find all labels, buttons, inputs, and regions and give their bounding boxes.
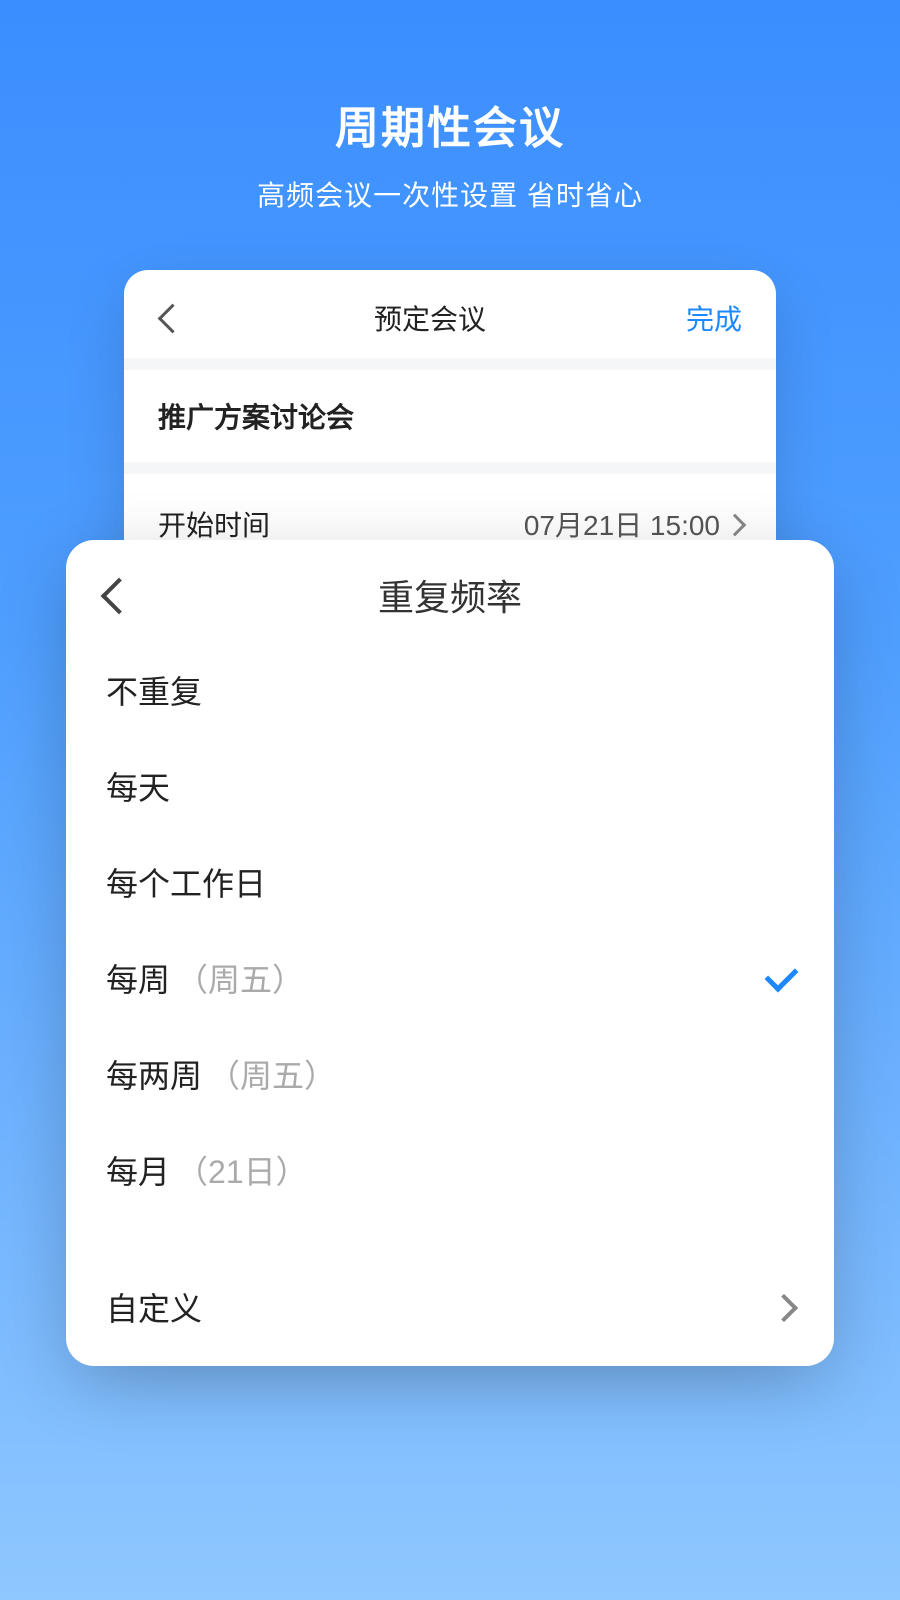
chevron-right-icon — [778, 1294, 794, 1320]
option-label: 每个工作日 — [106, 859, 266, 905]
repeat-option-daily[interactable]: 每天 — [66, 738, 834, 834]
custom-label: 自定义 — [106, 1284, 202, 1330]
back-icon[interactable] — [158, 304, 174, 332]
repeat-option-weekday[interactable]: 每个工作日 — [66, 834, 834, 930]
schedule-title: 预定会议 — [374, 298, 486, 338]
check-icon — [764, 967, 794, 989]
repeat-option-biweekly[interactable]: 每两周 （周五） — [66, 1026, 834, 1122]
schedule-header: 预定会议 完成 — [124, 270, 776, 358]
meeting-name-row[interactable]: 推广方案讨论会 — [124, 358, 776, 462]
start-time-value: 07月21日 15:00 — [524, 504, 720, 544]
chevron-right-icon — [730, 514, 742, 534]
repeat-option-monthly[interactable]: 每月 （21日） — [66, 1122, 834, 1218]
option-hint: （21日） — [176, 1147, 308, 1193]
repeat-option-custom[interactable]: 自定义 — [66, 1258, 834, 1356]
start-time-label: 开始时间 — [158, 504, 270, 544]
hero-subtitle: 高频会议一次性设置 省时省心 — [0, 174, 900, 214]
repeat-header: 重复频率 — [66, 540, 834, 642]
hero-section: 周期性会议 高频会议一次性设置 省时省心 — [0, 0, 900, 214]
option-label: 不重复 — [106, 667, 202, 713]
option-label: 每天 — [106, 763, 170, 809]
repeat-title: 重复频率 — [66, 569, 834, 621]
hero-title: 周期性会议 — [0, 92, 900, 156]
repeat-back-icon[interactable] — [100, 578, 120, 612]
option-hint: （周五） — [176, 955, 304, 1001]
start-time-value-wrap: 07月21日 15:00 — [524, 504, 742, 544]
meeting-name-text: 推广方案讨论会 — [158, 396, 742, 436]
option-hint: （周五） — [208, 1051, 336, 1097]
done-button[interactable]: 完成 — [686, 298, 742, 338]
option-label: 每周 — [106, 955, 170, 1001]
option-label: 每月 — [106, 1147, 170, 1193]
repeat-option-weekly[interactable]: 每周 （周五） — [66, 930, 834, 1026]
option-label: 每两周 — [106, 1051, 202, 1097]
repeat-option-none[interactable]: 不重复 — [66, 642, 834, 738]
repeat-card: 重复频率 不重复 每天 每个工作日 每周 （周五） 每两周 （周五） 每月 （2… — [66, 540, 834, 1366]
